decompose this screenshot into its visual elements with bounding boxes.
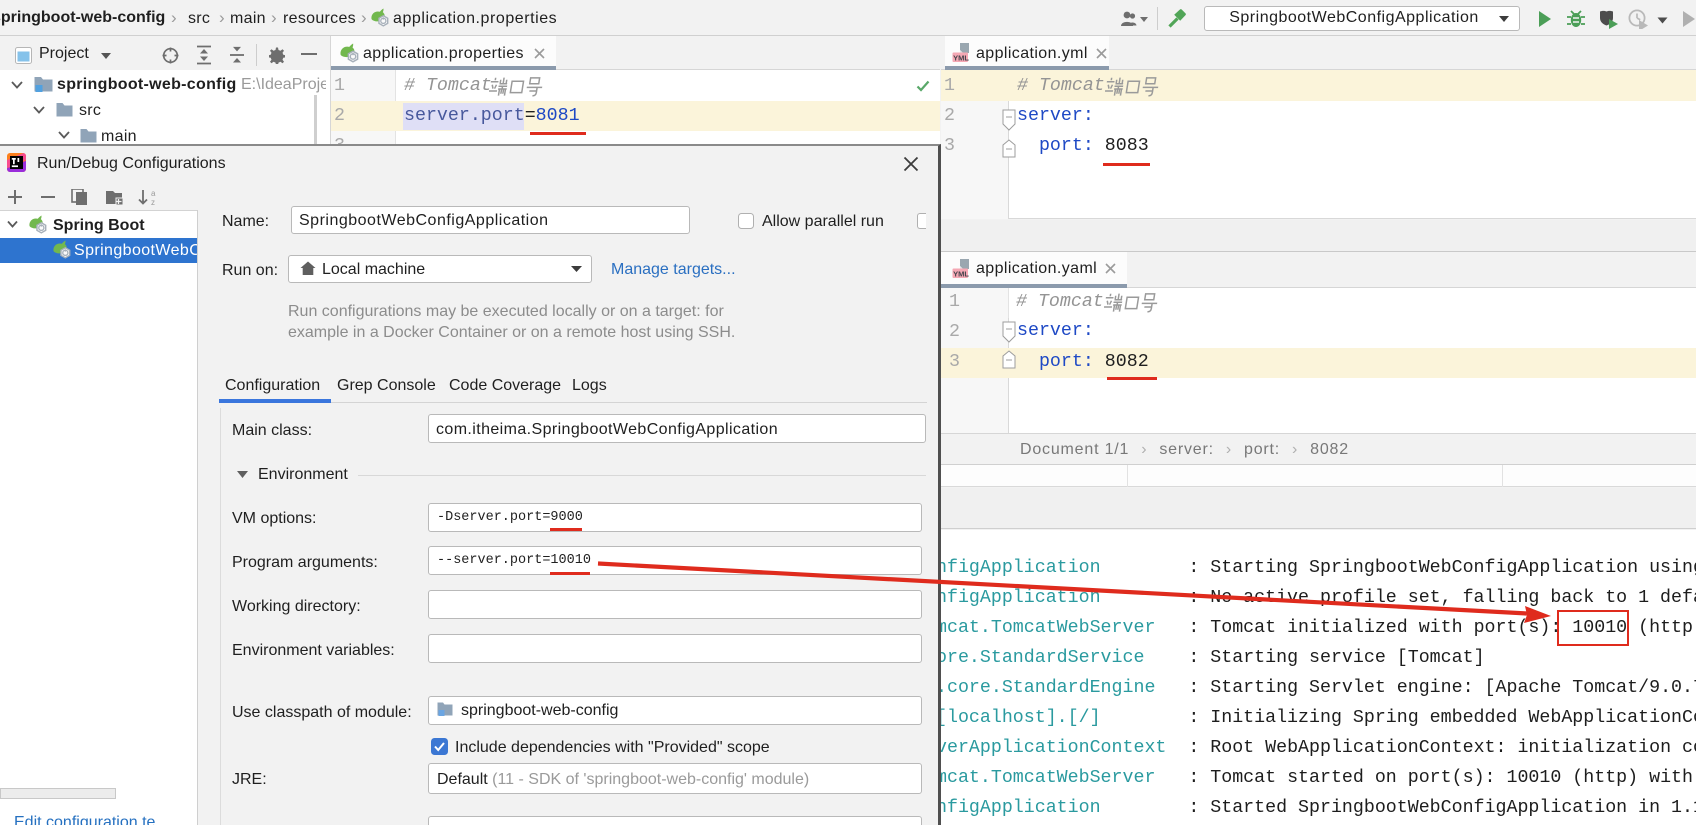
- svg-text:a: a: [151, 189, 156, 198]
- svg-text:YML: YML: [953, 269, 969, 278]
- svg-text:z: z: [151, 198, 155, 205]
- svg-text:YML: YML: [953, 53, 969, 62]
